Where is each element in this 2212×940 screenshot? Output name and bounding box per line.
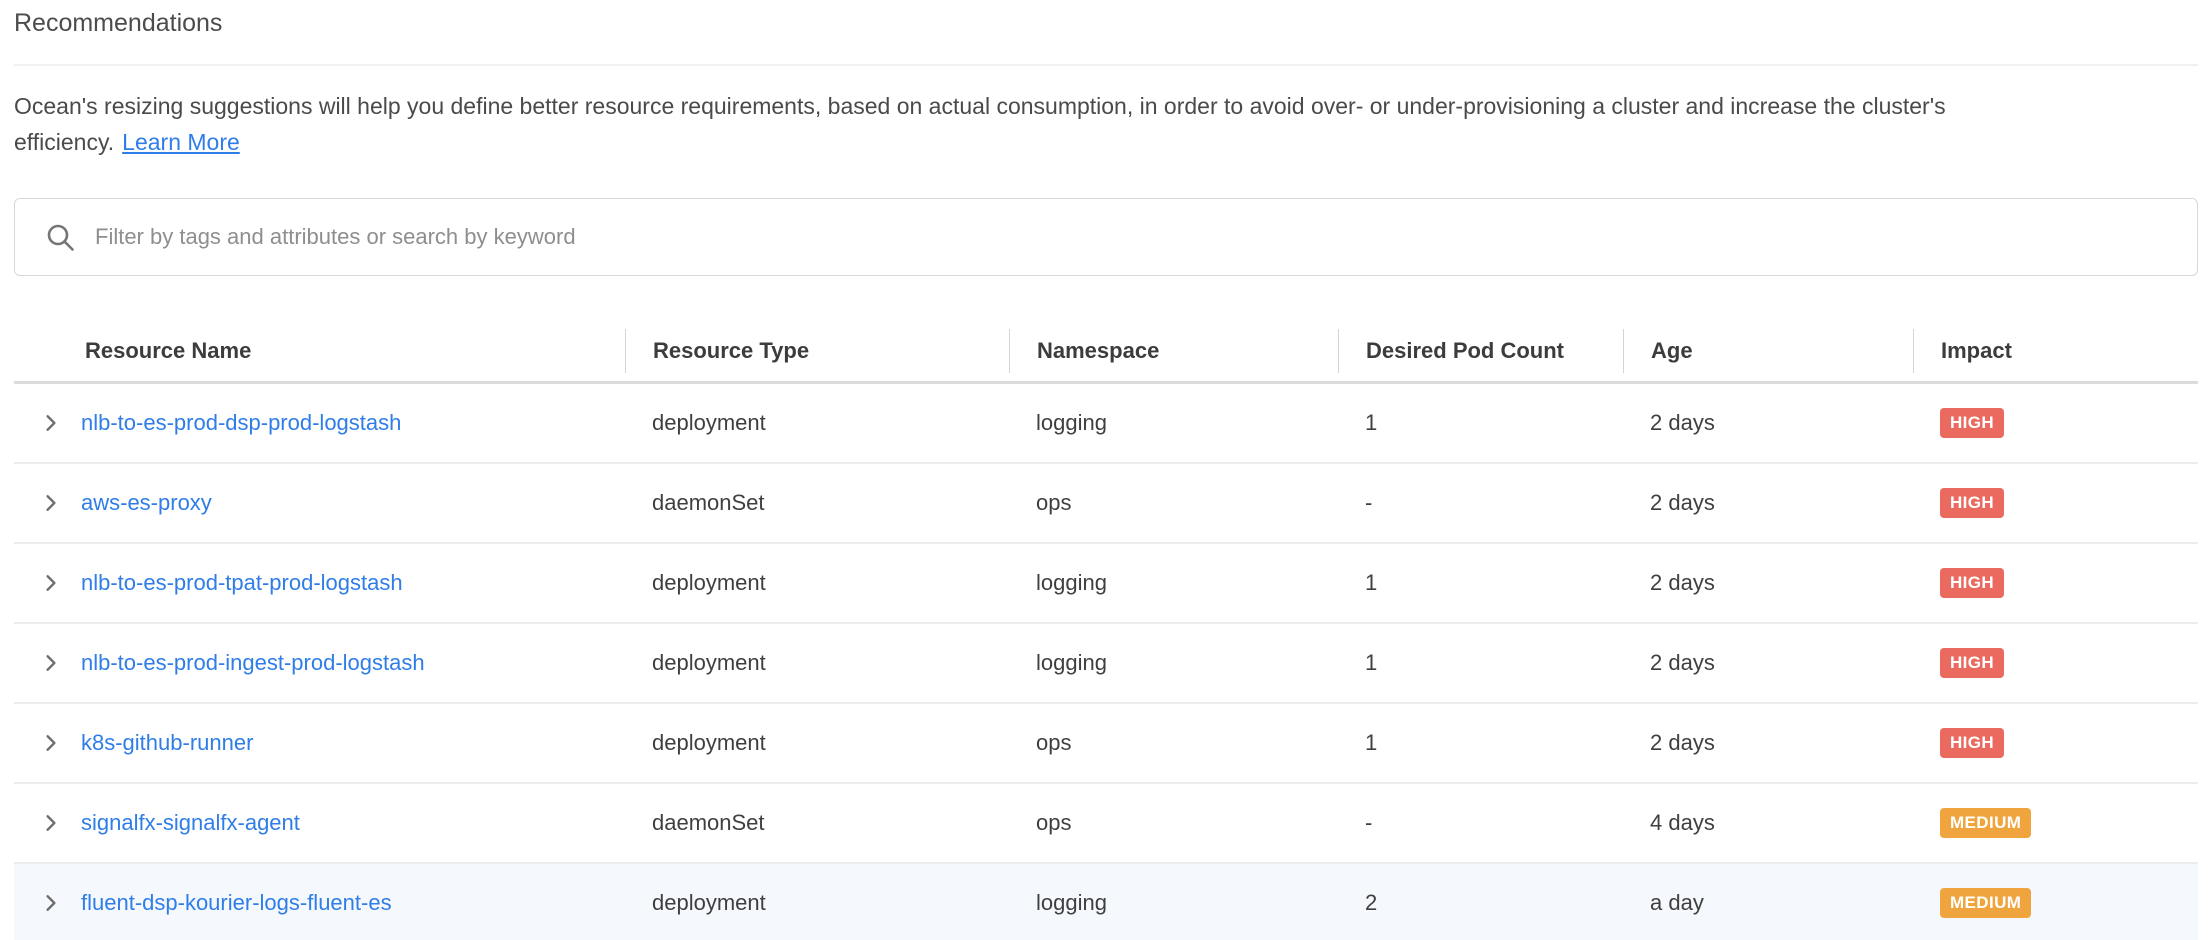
impact-badge: MEDIUM xyxy=(1940,808,2031,838)
impact-badge: HIGH xyxy=(1940,488,2004,518)
table-row: nlb-to-es-prod-tpat-prod-logstash deploy… xyxy=(14,544,2198,624)
table-row: signalfx-signalfx-agent daemonSet ops - … xyxy=(14,784,2198,864)
chevron-right-icon[interactable] xyxy=(42,574,60,592)
namespace-cell: logging xyxy=(1009,650,1338,676)
namespace-cell: logging xyxy=(1009,890,1338,916)
impact-cell: HIGH xyxy=(1913,408,2198,438)
age-cell: a day xyxy=(1623,890,1913,916)
resource-name-cell: nlb-to-es-prod-ingest-prod-logstash xyxy=(14,650,625,676)
resource-name-link[interactable]: nlb-to-es-prod-ingest-prod-logstash xyxy=(81,650,425,676)
chevron-right-icon[interactable] xyxy=(42,814,60,832)
resource-type-cell: deployment xyxy=(625,410,1009,436)
resource-name-link[interactable]: nlb-to-es-prod-dsp-prod-logstash xyxy=(81,410,401,436)
impact-cell: HIGH xyxy=(1913,568,2198,598)
impact-badge: HIGH xyxy=(1940,568,2004,598)
age-cell: 2 days xyxy=(1623,490,1913,516)
age-cell: 4 days xyxy=(1623,810,1913,836)
impact-cell: MEDIUM xyxy=(1913,808,2198,838)
age-cell: 2 days xyxy=(1623,570,1913,596)
desired-pod-count-cell: 1 xyxy=(1338,730,1623,756)
resource-type-cell: deployment xyxy=(625,730,1009,756)
resource-type-cell: deployment xyxy=(625,890,1009,916)
table-row: aws-es-proxy daemonSet ops - 2 days HIGH xyxy=(14,464,2198,544)
desired-pod-count-cell: 1 xyxy=(1338,410,1623,436)
impact-badge: MEDIUM xyxy=(1940,888,2031,918)
resource-name-link[interactable]: fluent-dsp-kourier-logs-fluent-es xyxy=(81,890,392,916)
namespace-cell: logging xyxy=(1009,570,1338,596)
resource-name-link[interactable]: k8s-github-runner xyxy=(81,730,253,756)
column-header-resource-name: Resource Name xyxy=(14,329,625,373)
column-header-impact: Impact xyxy=(1913,329,2198,373)
namespace-cell: ops xyxy=(1009,730,1338,756)
desired-pod-count-cell: 1 xyxy=(1338,650,1623,676)
table-row: k8s-github-runner deployment ops 1 2 day… xyxy=(14,704,2198,784)
resource-name-cell: k8s-github-runner xyxy=(14,730,625,756)
impact-badge: HIGH xyxy=(1940,648,2004,678)
resource-name-link[interactable]: signalfx-signalfx-agent xyxy=(81,810,300,836)
namespace-cell: ops xyxy=(1009,490,1338,516)
chevron-right-icon[interactable] xyxy=(42,734,60,752)
column-header-namespace: Namespace xyxy=(1009,329,1338,373)
chevron-right-icon[interactable] xyxy=(42,494,60,512)
table-header: Resource Name Resource Type Namespace De… xyxy=(14,320,2198,384)
desired-pod-count-cell: 1 xyxy=(1338,570,1623,596)
namespace-cell: logging xyxy=(1009,410,1338,436)
learn-more-link[interactable]: Learn More xyxy=(122,129,240,155)
resource-name-link[interactable]: nlb-to-es-prod-tpat-prod-logstash xyxy=(81,570,403,596)
age-cell: 2 days xyxy=(1623,410,1913,436)
resource-name-cell: nlb-to-es-prod-dsp-prod-logstash xyxy=(14,410,625,436)
chevron-right-icon[interactable] xyxy=(42,894,60,912)
resource-type-cell: daemonSet xyxy=(625,810,1009,836)
impact-cell: MEDIUM xyxy=(1913,888,2198,918)
table-row: nlb-to-es-prod-ingest-prod-logstash depl… xyxy=(14,624,2198,704)
resource-name-cell: fluent-dsp-kourier-logs-fluent-es xyxy=(14,890,625,916)
impact-cell: HIGH xyxy=(1913,648,2198,678)
column-header-desired-pod-count: Desired Pod Count xyxy=(1338,329,1623,373)
description-line-1: Ocean's resizing suggestions will help y… xyxy=(14,93,1946,119)
title-divider xyxy=(14,64,2198,66)
impact-cell: HIGH xyxy=(1913,488,2198,518)
recommendations-table: Resource Name Resource Type Namespace De… xyxy=(14,320,2198,940)
desired-pod-count-cell: - xyxy=(1338,490,1623,516)
resource-type-cell: deployment xyxy=(625,570,1009,596)
description-line-2: efficiency. xyxy=(14,129,114,155)
desired-pod-count-cell: 2 xyxy=(1338,890,1623,916)
resource-name-link[interactable]: aws-es-proxy xyxy=(81,490,212,516)
impact-cell: HIGH xyxy=(1913,728,2198,758)
column-header-age: Age xyxy=(1623,329,1913,373)
resource-name-cell: nlb-to-es-prod-tpat-prod-logstash xyxy=(14,570,625,596)
resource-name-cell: signalfx-signalfx-agent xyxy=(14,810,625,836)
page-title: Recommendations xyxy=(14,8,2198,38)
desired-pod-count-cell: - xyxy=(1338,810,1623,836)
chevron-right-icon[interactable] xyxy=(42,654,60,672)
search-input[interactable] xyxy=(95,199,2197,275)
table-row: nlb-to-es-prod-dsp-prod-logstash deploym… xyxy=(14,384,2198,464)
age-cell: 2 days xyxy=(1623,730,1913,756)
search-box[interactable] xyxy=(14,198,2198,276)
impact-badge: HIGH xyxy=(1940,408,2004,438)
recommendations-page: Recommendations Ocean's resizing suggest… xyxy=(0,0,2212,940)
resource-type-cell: deployment xyxy=(625,650,1009,676)
chevron-right-icon[interactable] xyxy=(42,414,60,432)
column-header-resource-type: Resource Type xyxy=(625,329,1009,373)
namespace-cell: ops xyxy=(1009,810,1338,836)
impact-badge: HIGH xyxy=(1940,728,2004,758)
table-row: fluent-dsp-kourier-logs-fluent-es deploy… xyxy=(14,864,2198,940)
resource-name-cell: aws-es-proxy xyxy=(14,490,625,516)
search-icon xyxy=(45,222,75,252)
page-description: Ocean's resizing suggestions will help y… xyxy=(14,88,2198,160)
age-cell: 2 days xyxy=(1623,650,1913,676)
table-body: nlb-to-es-prod-dsp-prod-logstash deploym… xyxy=(14,384,2198,940)
resource-type-cell: daemonSet xyxy=(625,490,1009,516)
